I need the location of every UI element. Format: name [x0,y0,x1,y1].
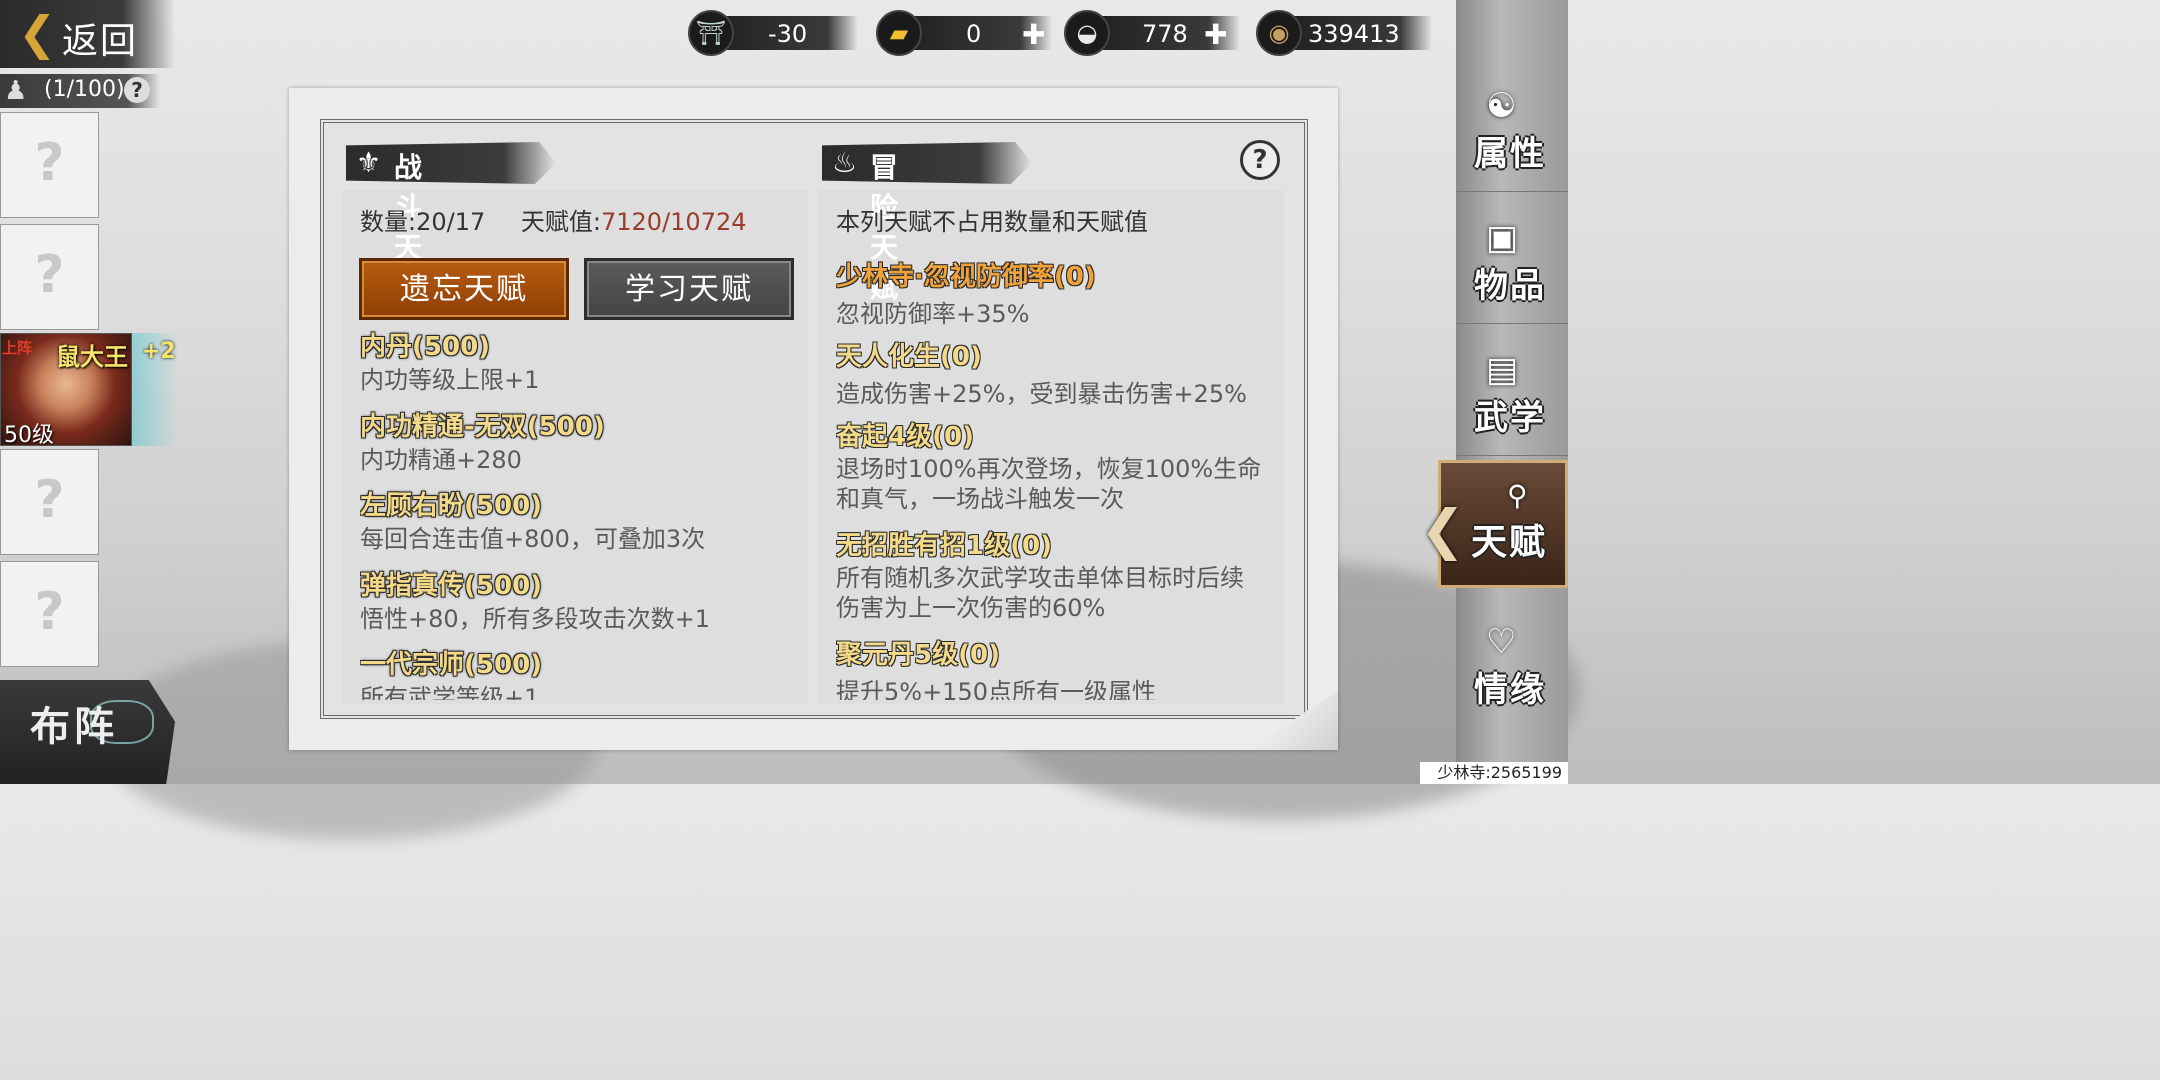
talent-name: 弹指真传(500) [360,570,543,601]
empty-slot[interactable]: ? [0,561,99,667]
back-label: 返回 [62,21,139,62]
talent-name: 无招胜有招1级(0) [836,531,1052,561]
resource-value: 0 [966,20,982,48]
learn-talent-button[interactable]: 学习天赋 [584,258,794,320]
tab-label: 武学 [1474,398,1546,438]
back-button[interactable]: ❮ 返回 [0,0,175,68]
talent-name: 少林寺·忽视防御率(0) [836,262,1096,292]
deployed-tag: 上阵 [2,339,33,357]
hero-name: 鼠大王 [56,343,128,371]
talent-desc: 所有武学等级+1 [360,684,540,700]
talent-name: 聚元丹5级(0) [836,640,1000,670]
talent-value-label: 天赋值: [520,208,601,236]
talent-desc: 提升5%+150点所有一级属性 [836,678,1156,700]
tab-attributes[interactable]: ☯ 属性 [1456,64,1568,192]
talent-name: 内功精通-无双(500) [360,411,605,442]
flame-emblem-icon: ♨ [832,146,858,179]
gold-bar-icon: ▰ [876,10,922,56]
combat-stats: 数量:20/17 天赋值:7120/10724 [360,202,747,237]
forget-talent-button[interactable]: 遗忘天赋 [359,258,569,320]
server-footer: 少林寺:2565199 [1420,762,1568,784]
resource-stamina: ⛩ -30 [688,10,858,56]
list-item[interactable]: 天人化生(0) 造成伤害+25%，受到暴击伤害+25% [836,336,1276,416]
hero-slot[interactable]: 上阵 鼠大王 +2 50级 [0,333,178,448]
heart-icon: ♡ [1486,622,1517,662]
formation-label: 布阵 [30,703,118,750]
talent-name: 一代宗师(500) [360,650,543,680]
list-item[interactable]: 内功精通-无双(500) 内功精通+280 [360,406,800,486]
mask-icon: ☯ [1486,86,1517,126]
list-item[interactable]: 内丹(500) 内功等级上限+1 [360,326,800,406]
tab-affinity[interactable]: ♡ 情缘 [1456,600,1568,728]
resource-value: 339413 [1308,20,1400,48]
question-mark-icon: ? [34,245,65,305]
question-mark-icon: ? [34,133,65,193]
help-icon[interactable]: ? [1240,140,1280,180]
talent-desc: 内功等级上限+1 [360,366,540,394]
count-value: 20/17 [416,208,486,236]
book-icon: ▤ [1486,350,1519,390]
combat-talent-list[interactable]: 内丹(500) 内功等级上限+1 内功精通-无双(500) 内功精通+280 左… [360,326,800,700]
stamina-cart-icon: ⛩ [688,10,734,56]
empty-slot[interactable]: ? [0,112,99,218]
add-silver-icon[interactable]: ✚ [1204,18,1227,51]
resource-value: 778 [1142,20,1188,48]
talent-name: 奋起4级(0) [836,422,974,452]
party-icon: ♟ [4,76,28,106]
tab-items[interactable]: ▣ 物品 [1456,196,1568,324]
resource-copper: ◉ 339413 [1256,10,1432,56]
talent-name: 天人化生(0) [836,342,982,372]
talent-desc: 每回合连击值+800，可叠加3次 [360,525,706,553]
tab-label: 天赋 [1471,521,1548,563]
help-icon[interactable]: ? [124,77,150,103]
talent-desc: 退场时100%再次登场，恢复100%生命和真气，一场战斗触发一次 [836,455,1262,513]
silver-ingot-icon: ◒ [1064,10,1110,56]
talent-desc: 所有随机多次武学攻击单体目标时后续伤害为上一次伤害的60% [836,564,1244,622]
list-item[interactable]: 左顾右盼(500) 每回合连击值+800，可叠加3次 [360,485,800,565]
hero-plus: +2 [142,339,176,364]
question-mark-icon: ? [34,582,65,642]
active-tab-arrow-icon: ❮ [1420,498,1466,561]
list-item[interactable]: 聚元丹5级(0) 提升5%+150点所有一级属性 [836,634,1276,700]
chest-icon: ▣ [1486,218,1519,258]
list-item[interactable]: 少林寺·忽视防御率(0) 忽视防御率+35% [836,256,1276,336]
party-count: (1/100) [44,77,125,102]
tab-label: 情缘 [1474,670,1546,710]
sword-emblem-icon: ⚜ [356,146,382,179]
empty-slot[interactable]: ? [0,449,99,555]
resource-silver: ◒ 778 ✚ [1064,10,1240,56]
list-item[interactable]: 一代宗师(500) 所有武学等级+1 [360,644,800,700]
talent-desc: 内功精通+280 [360,445,522,474]
talent-name: 内丹(500) [360,332,491,362]
hero-level: 50级 [4,423,54,448]
adventure-talent-list[interactable]: 少林寺·忽视防御率(0) 忽视防御率+35% 天人化生(0) 造成伤害+25%，… [836,256,1276,700]
tab-label: 属性 [1474,134,1546,174]
list-item[interactable]: 无招胜有招1级(0) 所有随机多次武学攻击单体目标时后续伤害为上一次伤害的60% [836,525,1276,634]
resource-value: -30 [768,20,808,48]
talent-tree-icon: ⚲ [1507,479,1528,512]
talent-desc: 忽视防御率+35% [836,300,1030,328]
tab-martial-arts[interactable]: ▤ 武学 [1456,328,1568,456]
chevron-left-icon: ❮ [18,6,57,60]
copper-coin-icon: ◉ [1256,10,1302,56]
tab-label: 物品 [1474,266,1546,306]
question-mark-icon: ? [34,470,65,530]
party-count-bar: ♟ (1/100) ? [0,74,160,108]
talent-desc: 造成伤害+25%，受到暴击伤害+25% [836,380,1247,408]
add-gold-icon[interactable]: ✚ [1022,18,1045,51]
talent-name: 左顾右盼(500) [360,491,543,521]
count-label: 数量: [360,208,417,236]
list-item[interactable]: 奋起4级(0) 退场时100%再次登场，恢复100%生命和真气，一场战斗触发一次 [836,416,1276,525]
talent-value: 7120/10724 [601,208,747,236]
talent-desc: 悟性+80，所有多段攻击次数+1 [360,604,711,633]
adventure-note: 本列天赋不占用数量和天赋值 [836,208,1148,236]
empty-slot[interactable]: ? [0,224,99,330]
resource-gold: ▰ 0 ✚ [876,10,1052,56]
formation-button[interactable]: 布阵 [0,680,175,784]
list-item[interactable]: 弹指真传(500) 悟性+80，所有多段攻击次数+1 [360,565,800,645]
